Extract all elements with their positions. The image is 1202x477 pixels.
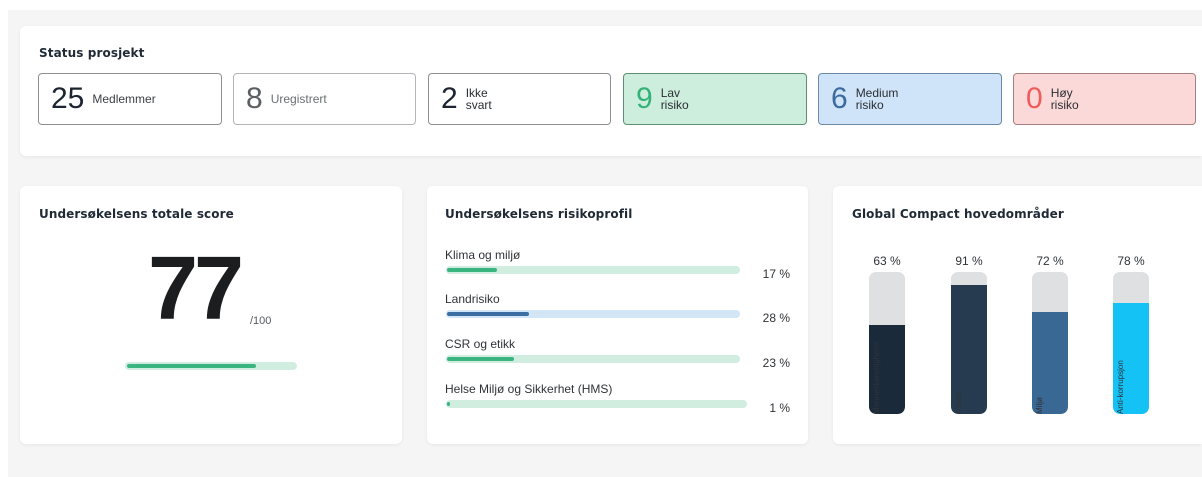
- stat-unregistered[interactable]: 8 Uregistrert: [233, 73, 416, 125]
- risk-label: Helse Miljø og Sikkerhet (HMS): [445, 382, 613, 396]
- stat-unregistered-label: Uregistrert: [270, 92, 327, 106]
- stat-unregistered-value: 8: [246, 82, 263, 115]
- stat-medium-risk-label: Medium risiko: [855, 86, 899, 112]
- gc-bar: Menneskerettigheter: [869, 272, 905, 414]
- stat-low-risk[interactable]: 9 Lav risiko: [623, 73, 807, 125]
- risk-percent: 1 %: [769, 401, 790, 415]
- gc-column-labour: 91 % Arbeid: [939, 254, 999, 416]
- risk-progress-bar: [446, 355, 740, 363]
- status-card-title: Status prosjekt: [39, 46, 145, 60]
- risk-progress-fill: [447, 402, 450, 406]
- risk-progress-bar: [446, 266, 740, 274]
- risk-progress-fill: [447, 268, 497, 272]
- stat-members-value: 25: [51, 82, 85, 115]
- total-score-card: Undersøkelsens totale score 77 /100: [20, 186, 402, 444]
- gc-percent: 78 %: [1117, 254, 1145, 268]
- risk-label: Klima og miljø: [445, 248, 521, 262]
- risk-progress-bar: [446, 310, 740, 318]
- gc-bar: Miljø: [1032, 272, 1068, 414]
- stat-low-risk-value: 9: [636, 82, 653, 115]
- stat-not-answered-value: 2: [441, 82, 458, 115]
- stat-high-risk-value: 0: [1026, 82, 1043, 115]
- gc-column-human-rights: 63 % Menneskerettigheter: [857, 254, 917, 416]
- total-score-title: Undersøkelsens totale score: [39, 207, 234, 221]
- gc-percent: 72 %: [1036, 254, 1064, 268]
- stat-members-label: Medlemmer: [92, 92, 156, 106]
- risk-progress-bar: [446, 400, 747, 408]
- stat-not-answered[interactable]: 2 Ikke svart: [428, 73, 611, 125]
- global-compact-title: Global Compact hovedområder: [852, 207, 1064, 221]
- stat-medium-risk[interactable]: 6 Medium risiko: [818, 73, 1002, 125]
- gc-bar-label: Anti-korrupsjon: [1116, 360, 1125, 414]
- stat-high-risk[interactable]: 0 Høy risiko: [1013, 73, 1196, 125]
- stat-medium-risk-value: 6: [831, 82, 848, 115]
- gc-bar: Arbeid: [951, 272, 987, 414]
- risk-profile-title: Undersøkelsens risikoprofil: [445, 207, 633, 221]
- total-score-progress-fill: [127, 364, 256, 368]
- risk-label: Landrisiko: [445, 292, 500, 306]
- total-score-progress-bar: [125, 362, 297, 370]
- risk-progress-fill: [447, 312, 529, 316]
- gc-bar-label: Arbeid: [954, 390, 963, 414]
- total-score-value: 77: [148, 239, 244, 339]
- total-score-max: /100: [250, 315, 272, 327]
- risk-label: CSR og etikk: [445, 337, 516, 351]
- gc-column-anti-corruption: 78 % Anti-korrupsjon: [1101, 254, 1161, 416]
- stat-not-answered-label: Ikke svart: [465, 86, 492, 112]
- stat-members[interactable]: 25 Medlemmer: [38, 73, 222, 125]
- stat-low-risk-label: Lav risiko: [660, 86, 689, 112]
- risk-percent: 23 %: [762, 356, 790, 370]
- risk-percent: 17 %: [762, 267, 790, 281]
- gc-column-environment: 72 % Miljø: [1020, 254, 1080, 416]
- stat-high-risk-label: Høy risiko: [1050, 86, 1079, 112]
- risk-percent: 28 %: [762, 311, 790, 325]
- risk-row-climate: Klima og miljø 17 %: [445, 248, 790, 284]
- gc-bar-label: Miljø: [1035, 397, 1044, 414]
- risk-row-csr: CSR og etikk 23 %: [445, 337, 790, 373]
- risk-row-hms: Helse Miljø og Sikkerhet (HMS) 1 %: [445, 382, 790, 418]
- gc-percent: 91 %: [955, 254, 983, 268]
- gc-bar: Anti-korrupsjon: [1113, 272, 1149, 414]
- gc-bar-label: Menneskerettigheter: [872, 341, 881, 414]
- global-compact-card: Global Compact hovedområder 63 % Mennesk…: [833, 186, 1202, 444]
- risk-progress-fill: [447, 357, 514, 361]
- risk-profile-card: Undersøkelsens risikoprofil Klima og mil…: [427, 186, 808, 444]
- risk-row-country: Landrisiko 28 %: [445, 292, 790, 328]
- status-project-card: Status prosjekt 25 Medlemmer 8 Uregistre…: [20, 26, 1202, 156]
- gc-percent: 63 %: [873, 254, 901, 268]
